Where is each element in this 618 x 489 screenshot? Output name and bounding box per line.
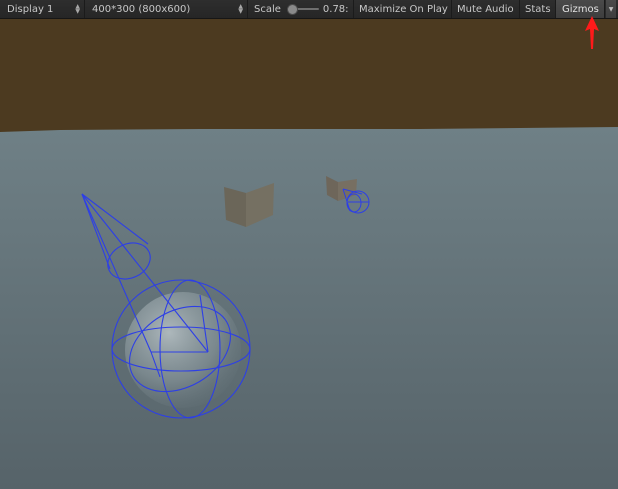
dropdown-chevron-icon: ▼ (608, 5, 614, 13)
mute-audio-label: Mute Audio (457, 3, 514, 15)
resolution-dropdown[interactable]: 400*300 (800x600) ▲ ▼ (85, 0, 248, 18)
scale-control: Scale 0.78: (248, 0, 354, 18)
scene-render (0, 19, 618, 489)
dropdown-arrows-icon: ▲ ▼ (238, 3, 243, 15)
maximize-on-play-label: Maximize On Play (359, 3, 448, 15)
resolution-label: 400*300 (800x600) (92, 3, 191, 15)
display-dropdown[interactable]: Display 1 ▲ ▼ (0, 0, 85, 18)
game-viewport[interactable] (0, 19, 618, 489)
slider-thumb-icon[interactable] (286, 4, 298, 15)
red-arrow-annotation-icon (585, 16, 599, 49)
stats-button[interactable]: Stats (520, 0, 556, 18)
mute-audio-button[interactable]: Mute Audio (452, 0, 520, 18)
sphere-object (125, 292, 241, 408)
gizmos-menu-dropdown[interactable]: ▼ (605, 0, 616, 18)
sky-background (0, 19, 618, 132)
scale-value: 0.78: (322, 3, 349, 15)
gizmos-label: Gizmos (562, 3, 599, 15)
scale-slider[interactable] (286, 3, 319, 15)
stats-label: Stats (525, 3, 551, 15)
display-label: Display 1 (7, 3, 54, 15)
ground-plane (0, 127, 618, 489)
maximize-on-play-button[interactable]: Maximize On Play (354, 0, 452, 18)
game-view-toolbar: Display 1 ▲ ▼ 400*300 (800x600) ▲ ▼ Scale … (0, 0, 618, 19)
scale-label: Scale (254, 3, 281, 15)
dropdown-arrows-icon: ▲ ▼ (75, 3, 80, 15)
